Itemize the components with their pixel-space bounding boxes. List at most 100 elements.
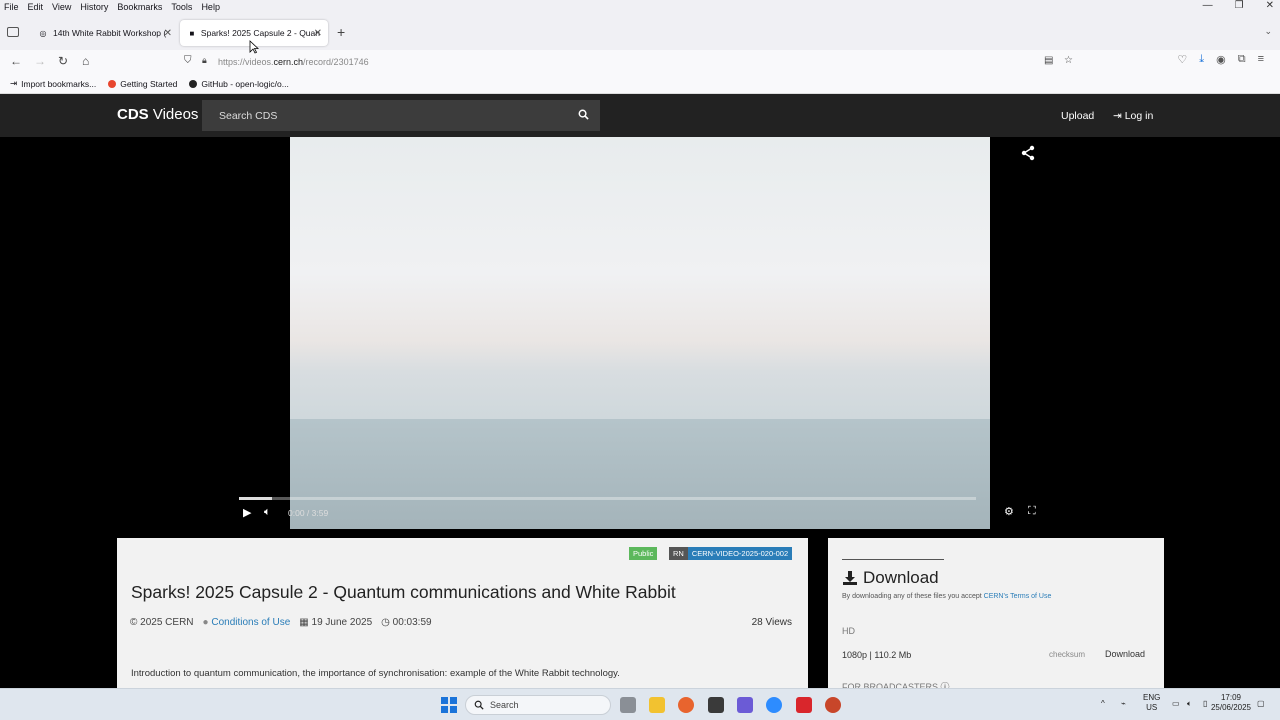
tab-label: 14th White Rabbit Workshop ( xyxy=(53,28,167,38)
lock-icon[interactable]: 🔒︎ xyxy=(202,55,207,66)
video-frame[interactable] xyxy=(290,137,990,529)
divider xyxy=(842,559,944,560)
terms-link[interactable]: CERN's Terms of Use xyxy=(984,593,1052,600)
upload-link[interactable]: Upload xyxy=(1061,110,1094,122)
file-row: 1080p | 110.2 Mb checksum Download xyxy=(842,649,1156,660)
restore-icon[interactable]: ❐ xyxy=(1235,0,1244,11)
new-tab-icon[interactable]: + xyxy=(337,24,345,40)
nav-bar: ← → ↻ ⌂ ⛉ 🔒︎ https://videos.cern.ch/reco… xyxy=(0,50,1280,74)
clock-icon: ◷ xyxy=(381,617,390,628)
terms-note: By downloading any of these files you ac… xyxy=(842,593,1052,600)
close-tab-icon[interactable]: ✕ xyxy=(314,28,322,39)
teams-icon[interactable] xyxy=(737,697,753,713)
download-button[interactable]: Download xyxy=(1101,644,1149,664)
windows-start-icon[interactable] xyxy=(441,697,457,713)
reader-view-icon[interactable]: ▤ xyxy=(1044,55,1053,66)
report-number-badge: RN CERN-VIDEO-2025-020-002 xyxy=(669,547,793,560)
window-controls: — ❐ ✕ xyxy=(1203,0,1274,11)
tab-label: Sparks! 2025 Capsule 2 - Quan xyxy=(200,28,320,38)
player-controls: ▶ 🔈︎ 0:00 / 3:59 ⚙ ⛶ xyxy=(0,503,1280,523)
video-player[interactable]: ▶ 🔈︎ 0:00 / 3:59 ⚙ ⛶ xyxy=(0,137,1280,529)
url-bar[interactable]: ⛉ 🔒︎ https://videos.cern.ch/record/23017… xyxy=(180,52,1080,72)
duration: ◷ 00:03:59 xyxy=(381,617,432,628)
url-text: https://videos.cern.ch/record/2301746 xyxy=(218,57,369,67)
chevron-up-icon[interactable]: ^ xyxy=(1101,699,1105,709)
tab-strip: ◎ 14th White Rabbit Workshop ( ✕ ■ Spark… xyxy=(0,14,1280,50)
circle-icon: ● xyxy=(202,617,209,628)
login-link[interactable]: ⇥ Log in xyxy=(1113,110,1153,122)
forward-icon[interactable]: → xyxy=(34,54,46,68)
bookmarks-bar: ⇥ Import bookmarks... Getting Started Git… xyxy=(0,74,1280,94)
close-tab-icon[interactable]: ✕ xyxy=(164,28,172,39)
reload-icon[interactable]: ↻ xyxy=(58,54,68,68)
star-icon[interactable]: ☆ xyxy=(1064,55,1073,66)
conditions-link[interactable]: ● Conditions of Use xyxy=(203,617,291,628)
network-icon[interactable]: ⌁ xyxy=(1121,699,1126,709)
fullscreen-icon[interactable]: ⛶ xyxy=(1028,505,1036,518)
menu-bar: File Edit View History Bookmarks Tools H… xyxy=(0,0,1280,14)
extensions-icon[interactable]: ⧉ xyxy=(1238,53,1246,66)
play-icon[interactable]: ▶ xyxy=(243,506,251,519)
video-description: Introduction to quantum communication, t… xyxy=(131,668,620,679)
calendar-icon: ▦ xyxy=(299,617,309,628)
task-view-icon[interactable] xyxy=(620,697,636,713)
firefox-icon[interactable] xyxy=(678,697,694,713)
menu-bookmarks[interactable]: Bookmarks xyxy=(117,2,162,12)
shield-icon[interactable]: ⛉ xyxy=(184,55,192,66)
publish-date: ▦ 19 June 2025 xyxy=(299,617,373,628)
powerpoint-icon[interactable] xyxy=(825,697,841,713)
clock[interactable]: 17:09 25/06/2025 xyxy=(1208,693,1254,713)
share-icon[interactable] xyxy=(1020,145,1036,161)
zoom-icon[interactable] xyxy=(766,697,782,713)
pocket-icon[interactable]: ♡ xyxy=(1177,53,1187,66)
acrobat-icon[interactable] xyxy=(796,697,812,713)
menu-edit[interactable]: Edit xyxy=(28,2,44,12)
download-heading: Download xyxy=(842,568,939,588)
close-icon[interactable]: ✕ xyxy=(1266,0,1274,11)
firefox-icon xyxy=(108,79,117,88)
battery-icon[interactable]: ▯ xyxy=(1203,699,1207,709)
speaker-icon[interactable]: 🔈︎ xyxy=(1187,699,1192,709)
wifi-icon[interactable]: ▭ xyxy=(1172,699,1180,709)
import-icon: ⇥ xyxy=(10,78,18,88)
file-explorer-icon[interactable] xyxy=(649,697,665,713)
tab-list-icon[interactable] xyxy=(7,27,19,37)
chevron-down-icon[interactable]: ⌄ xyxy=(1264,26,1272,37)
account-icon[interactable]: ◉ xyxy=(1216,53,1226,66)
menu-tools[interactable]: Tools xyxy=(171,2,192,12)
taskbar: Search ^ ⌁ ENG US ▭ 🔈︎ ▯ 17:09 25/06/2025 … xyxy=(0,688,1280,720)
settings-icon[interactable]: ⚙ xyxy=(1004,505,1014,518)
download-card: Download By downloading any of these fil… xyxy=(828,538,1164,692)
download-icon[interactable]: ⤓ xyxy=(1199,53,1204,66)
checksum-link[interactable]: checksum xyxy=(1049,650,1085,659)
menu-help[interactable]: Help xyxy=(201,2,220,12)
volume-icon[interactable]: 🔈︎ xyxy=(264,506,271,519)
language-indicator[interactable]: ENG US xyxy=(1143,693,1160,713)
minimize-icon[interactable]: — xyxy=(1203,0,1213,11)
cds-logo[interactable]: CDS Videos xyxy=(117,106,198,123)
bookmark-getting-started[interactable]: Getting Started xyxy=(108,79,177,89)
notification-icon[interactable]: ▢ xyxy=(1257,699,1265,709)
buffered-bar xyxy=(239,497,273,500)
hd-section-label: HD xyxy=(842,626,855,636)
site-header: CDS Videos Search CDS Upload ⇥ Log in xyxy=(0,94,1280,137)
menu-view[interactable]: View xyxy=(52,2,71,12)
back-icon[interactable]: ← xyxy=(10,54,22,68)
menu-history[interactable]: History xyxy=(80,2,108,12)
toolbar-icons: ♡ ⤓ ◉ ⧉ ≡ xyxy=(1177,53,1264,66)
bookmark-github[interactable]: GitHub - open-logic/o... xyxy=(189,79,289,89)
bookmark-import[interactable]: ⇥ Import bookmarks... xyxy=(10,78,96,89)
search-icon[interactable] xyxy=(578,109,589,120)
taskbar-search[interactable]: Search xyxy=(465,695,611,715)
copyright: © 2025 CERN xyxy=(130,617,194,628)
search-input[interactable]: Search CDS xyxy=(202,100,600,131)
hamburger-menu-icon[interactable]: ≡ xyxy=(1258,53,1264,66)
tab-workshop[interactable]: ◎ 14th White Rabbit Workshop ( ✕ xyxy=(30,20,178,46)
download-icon xyxy=(843,571,857,585)
terminal-icon[interactable] xyxy=(708,697,724,713)
progress-track[interactable] xyxy=(239,497,976,500)
menu-file[interactable]: File xyxy=(4,2,19,12)
home-icon[interactable]: ⌂ xyxy=(82,54,89,68)
public-badge: Public xyxy=(629,547,658,560)
indico-favicon-icon: ◎ xyxy=(39,28,47,38)
